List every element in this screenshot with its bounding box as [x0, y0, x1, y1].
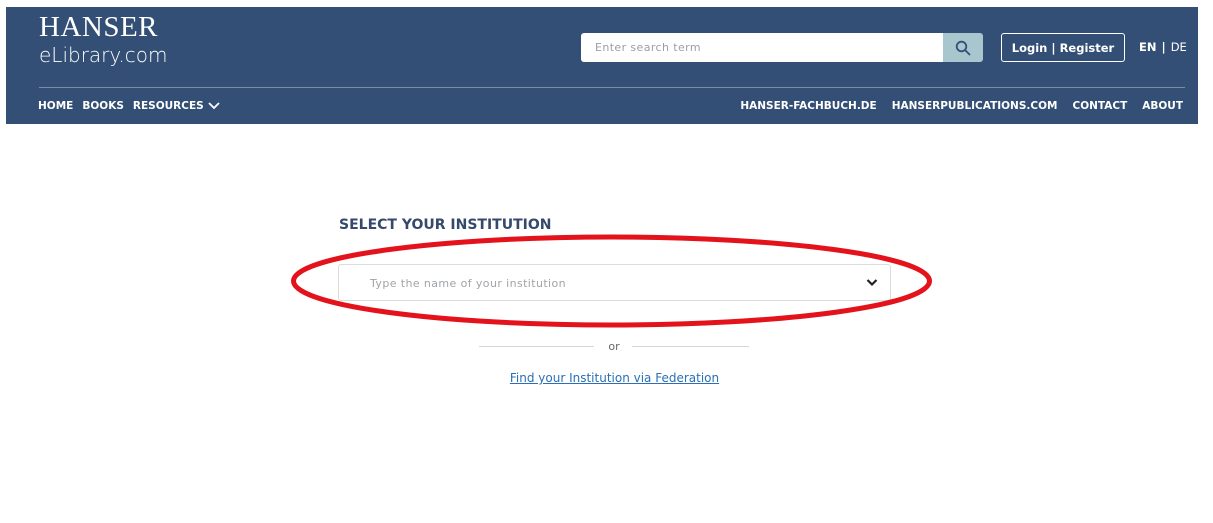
search-button[interactable] — [943, 33, 983, 62]
logo-subtitle: eLibrary.com — [39, 43, 168, 67]
nav-resources-label: RESOURCES — [132, 100, 204, 112]
lang-de-link[interactable]: DE — [1171, 40, 1187, 54]
nav-about[interactable]: ABOUT — [1142, 100, 1183, 112]
nav-resources[interactable]: RESOURCES — [133, 100, 220, 112]
nav-contact[interactable]: CONTACT — [1072, 100, 1127, 112]
secondary-nav: HANSER-FACHBUCH.DE HANSERPUBLICATIONS.CO… — [725, 100, 1183, 112]
login-register-button[interactable]: Login | Register — [1001, 33, 1125, 62]
search-input[interactable] — [581, 33, 943, 62]
logo-title: HANSER — [39, 11, 159, 43]
nav-home[interactable]: HOME — [38, 100, 73, 112]
institution-select-placeholder: Type the name of your institution — [370, 277, 567, 290]
search-icon — [955, 40, 971, 55]
chevron-down-icon — [208, 102, 220, 110]
or-divider: or — [479, 340, 749, 354]
page-title: SELECT YOUR INSTITUTION — [339, 217, 552, 233]
federation-link[interactable]: Find your Institution via Federation — [0, 371, 1213, 385]
main-nav: HOME BOOKS RESOURCES — [38, 100, 229, 112]
nav-hanser-fachbuch[interactable]: HANSER-FACHBUCH.DE — [740, 100, 876, 112]
language-switcher: EN | DE — [1139, 40, 1187, 54]
chevron-down-icon — [866, 279, 878, 287]
nav-books[interactable]: BOOKS — [82, 100, 124, 112]
lang-separator: | — [1161, 40, 1166, 54]
header-divider — [39, 87, 1185, 88]
lang-en-link[interactable]: EN — [1139, 40, 1156, 54]
nav-hanserpublications[interactable]: HANSERPUBLICATIONS.COM — [892, 100, 1058, 112]
site-header: HANSER eLibrary.com Login | Register EN |… — [6, 7, 1198, 124]
or-text: or — [608, 340, 620, 353]
institution-select[interactable]: Type the name of your institution — [338, 264, 891, 301]
hanser-logo[interactable]: HANSER eLibrary.com — [39, 12, 167, 67]
